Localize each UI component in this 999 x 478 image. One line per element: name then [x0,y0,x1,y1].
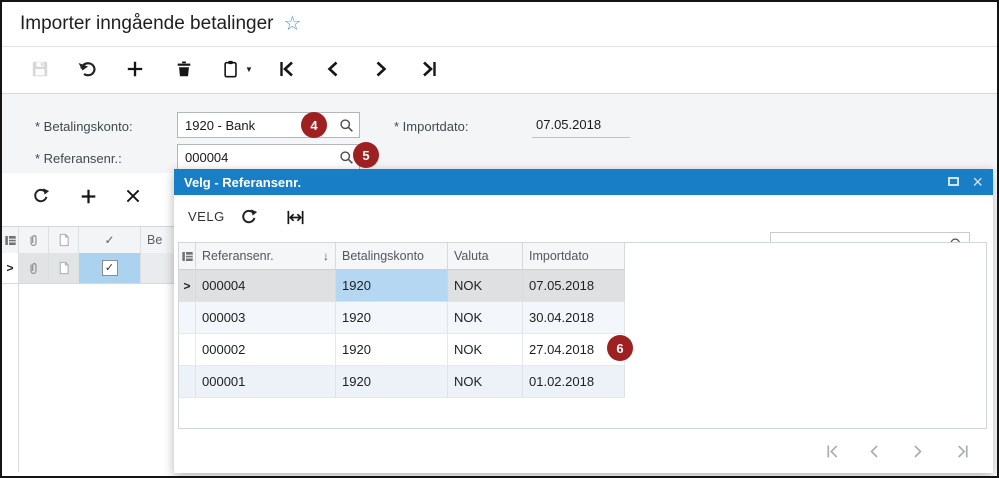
table-row[interactable]: 000003 1920 NOK 30.04.2018 [179,302,625,334]
attachment-icon[interactable] [19,253,49,283]
column-header-importdato[interactable]: Importdato [523,243,625,270]
form-panel [2,93,997,173]
row-indicator: > [2,253,19,283]
lookup-dialog: Velg - Referansenr. × VELG Referansenr. … [174,169,993,473]
betalingskonto-label: * Betalingskonto: [35,119,133,134]
cell-valuta[interactable]: NOK [448,302,523,334]
dialog-toolbar: VELG [174,195,993,257]
cell-importdato[interactable]: 07.05.2018 [523,270,625,302]
left-grid-row[interactable]: > ✓ [2,253,174,283]
table-row[interactable]: 000002 1920 NOK 27.04.2018 [179,334,625,366]
cell-valuta[interactable]: NOK [448,334,523,366]
partial-column-header[interactable]: Be [141,227,174,253]
column-header-betalingskonto[interactable]: Betalingskonto [336,243,448,270]
referansenr-label: * Referansenr.: [35,151,122,166]
add-row-icon[interactable] [77,185,99,207]
dialog-title: Velg - Referansenr. [184,174,302,190]
callout-6: 6 [607,335,633,361]
cell-betalingskonto[interactable]: 1920 [336,334,448,366]
selected-checkbox-cell[interactable]: ✓ [79,253,141,283]
cell-referansenr[interactable]: 000004 [196,270,336,302]
row-indicator [179,334,196,366]
betalingskonto-lookup-icon[interactable] [339,118,354,133]
cell-referansenr[interactable]: 000003 [196,302,336,334]
select-button[interactable]: VELG [188,209,225,224]
pager-next-icon[interactable] [907,441,927,461]
delete-icon[interactable] [173,58,195,80]
save-icon [32,61,48,77]
grid-settings-icon[interactable] [2,227,19,253]
attachment-column-header[interactable] [19,227,49,253]
left-grid-cell-partial [141,253,174,283]
pager-previous-icon[interactable] [864,441,884,461]
fit-width-icon[interactable] [284,206,306,228]
clipboard-dropdown-caret-icon[interactable]: ▼ [245,65,253,74]
cell-valuta[interactable]: NOK [448,270,523,302]
left-grid-column-divider [18,284,19,472]
cell-valuta[interactable]: NOK [448,366,523,398]
pager-last-icon[interactable] [952,441,972,461]
go-previous-icon[interactable] [322,58,344,80]
note-icon[interactable] [49,253,79,283]
go-last-icon[interactable] [418,58,440,80]
referansenr-input[interactable] [178,145,359,169]
left-grid-header: ✓ Be [2,226,174,254]
cell-importdato[interactable]: 01.02.2018 [523,366,625,398]
dialog-refresh-icon[interactable] [238,206,260,228]
column-header-label: Referansenr. [202,249,274,263]
left-grid-row-divider [2,283,174,284]
cell-referansenr[interactable]: 000002 [196,334,336,366]
pager-first-icon[interactable] [822,441,842,461]
go-first-icon[interactable] [276,58,298,80]
referansenr-field[interactable] [177,144,360,170]
maximize-icon[interactable] [948,177,959,186]
close-icon[interactable]: × [972,170,983,194]
importdato-label: * Importdato: [394,119,469,134]
cell-betalingskonto-active[interactable]: 1920 [336,270,448,302]
grid-settings-icon[interactable] [179,243,196,270]
column-header-referansenr[interactable]: Referansenr. ↓ [196,243,336,270]
undo-icon[interactable] [76,58,98,80]
betalingskonto-input[interactable] [178,113,359,137]
cell-betalingskonto[interactable]: 1920 [336,302,448,334]
check-column-header[interactable]: ✓ [79,227,141,253]
cell-referansenr[interactable]: 000001 [196,366,336,398]
callout-5: 5 [353,142,379,168]
table-row[interactable]: > 000004 1920 NOK 07.05.2018 [179,270,625,302]
dialog-grid-header: Referansenr. ↓ Betalingskonto Valuta Imp… [179,243,625,270]
column-header-valuta[interactable]: Valuta [448,243,523,270]
refresh-icon[interactable] [30,185,52,207]
notes-column-header[interactable] [49,227,79,253]
clipboard-icon[interactable] [220,58,242,80]
referansenr-lookup-icon[interactable] [339,150,354,165]
cancel-icon[interactable] [122,185,144,207]
page-header: Importer inngående betalinger ☆ [2,2,997,47]
cell-importdato[interactable]: 30.04.2018 [523,302,625,334]
dialog-grid: Referansenr. ↓ Betalingskonto Valuta Imp… [178,242,987,429]
main-toolbar: ▼ [2,47,997,93]
favorite-star-icon[interactable]: ☆ [284,14,302,34]
importdato-value[interactable]: 07.05.2018 [532,112,630,138]
cell-betalingskonto[interactable]: 1920 [336,366,448,398]
sort-desc-icon: ↓ [323,249,329,263]
app-window: Importer inngående betalinger ☆ ▼ * Beta… [0,0,999,478]
checkbox-checked[interactable]: ✓ [101,260,118,276]
callout-4: 4 [301,112,327,138]
page-title: Importer inngående betalinger [20,13,274,34]
left-grid-toolbar [2,185,174,209]
go-next-icon[interactable] [370,58,392,80]
betalingskonto-field[interactable] [177,112,360,138]
row-indicator [179,366,196,398]
table-row[interactable]: 000001 1920 NOK 01.02.2018 [179,366,625,398]
dialog-titlebar[interactable]: Velg - Referansenr. × [174,169,993,195]
row-indicator: > [179,270,196,302]
row-indicator [179,302,196,334]
add-icon[interactable] [124,58,146,80]
save-icon[interactable] [29,58,51,80]
